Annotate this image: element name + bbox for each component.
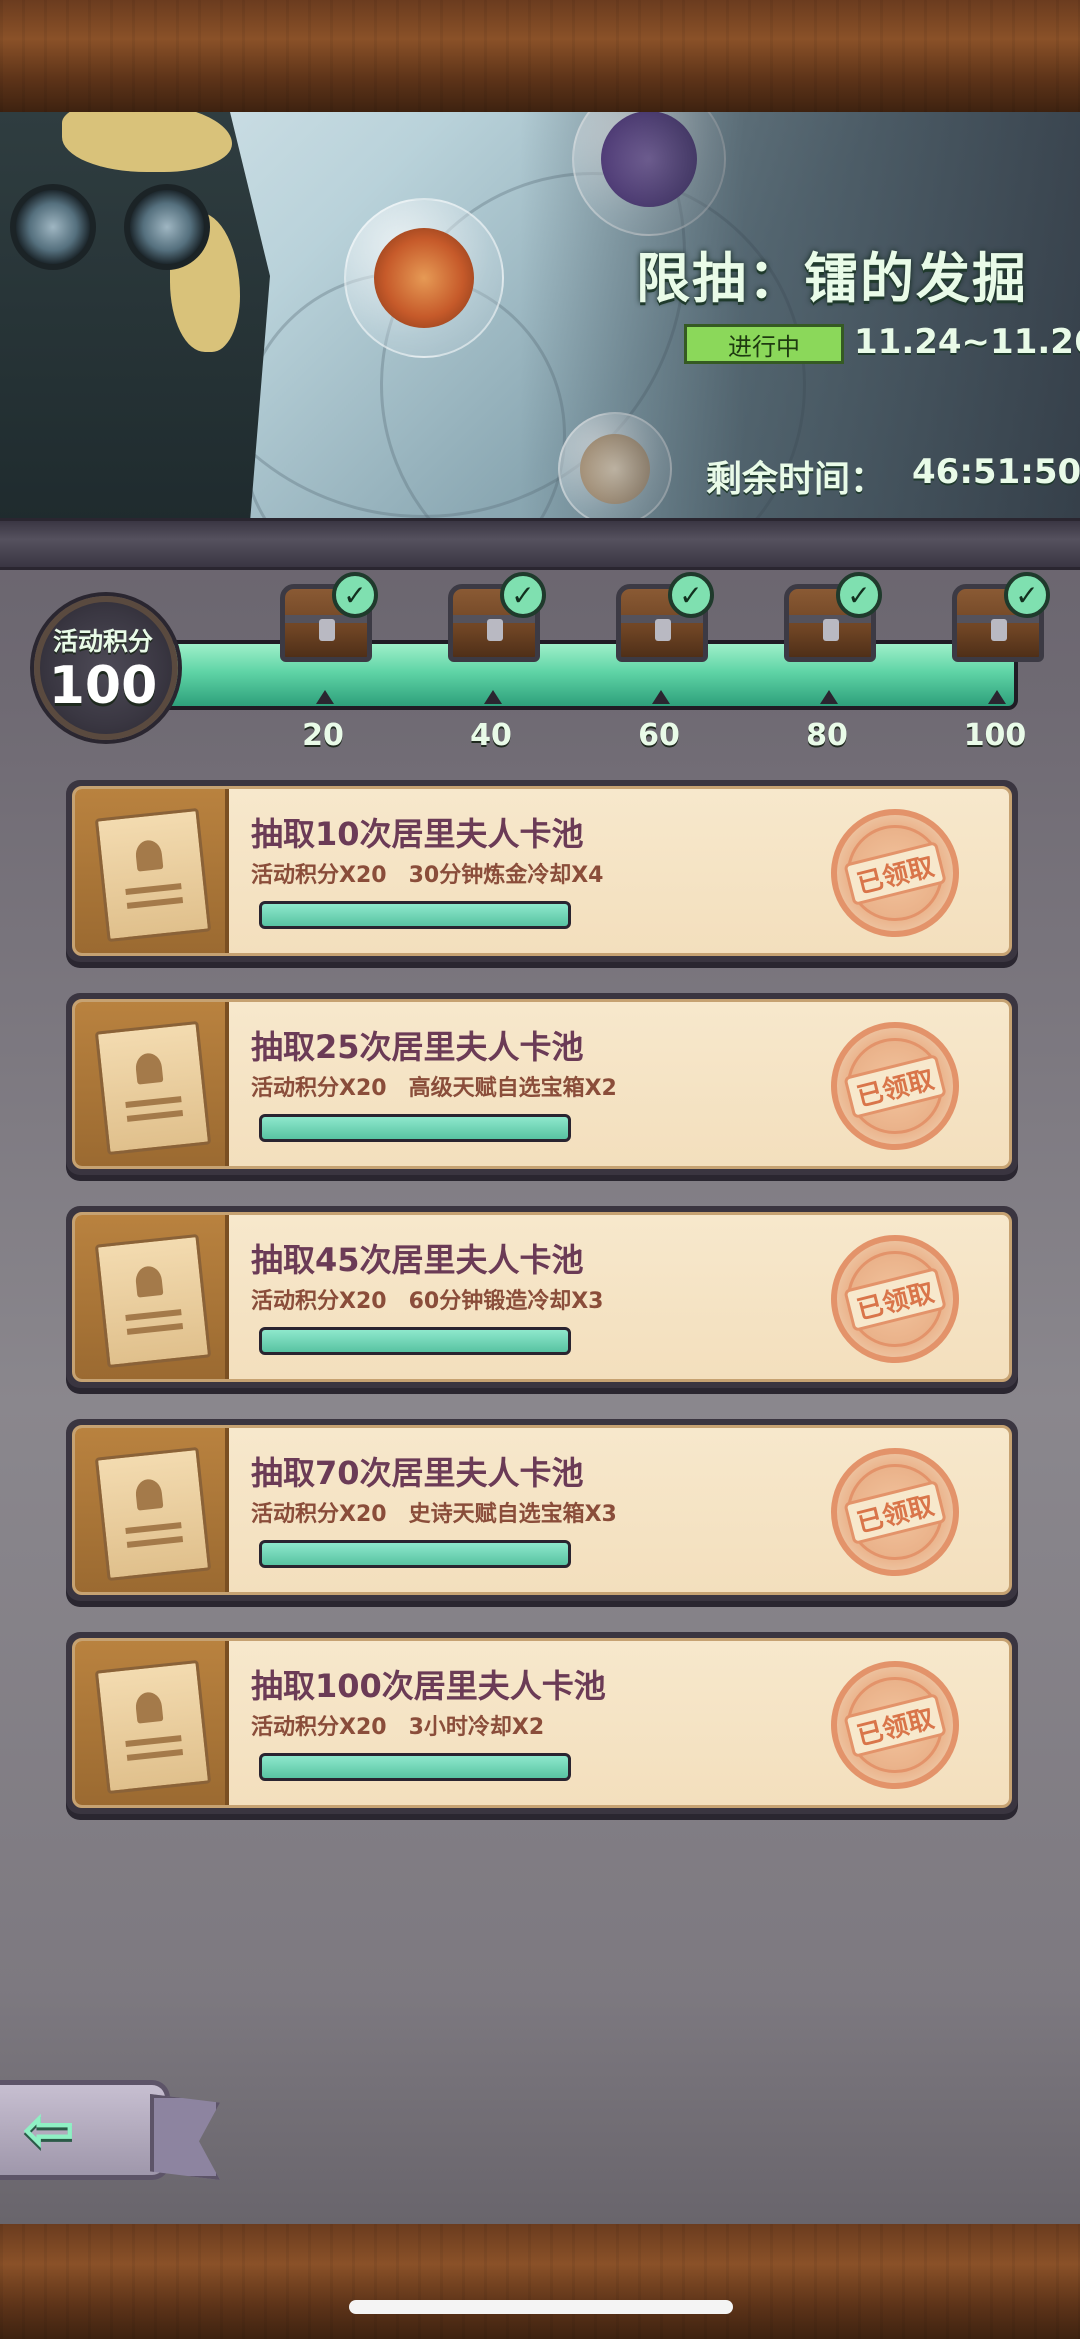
event-dates: 11.24~11.26 [854,322,1080,362]
milestone-label: 60 [638,718,680,753]
task-card[interactable]: 抽取25次居里夫人卡池 活动积分X20 高级天赋自选宝箱X2 已领取 [66,993,1018,1175]
scroll-icon [94,807,212,943]
back-button[interactable]: ⇦ [0,2080,230,2192]
task-rewards: 活动积分X20 3小时冷却X2 [251,1715,545,1740]
task-progress-fill [262,1330,568,1352]
task-title: 抽取45次居里夫人卡池 [251,1241,584,1279]
task-icon-box [75,1428,229,1592]
task-rewards: 活动积分X20 30分钟炼金冷却X4 [251,863,604,888]
character-hair [62,112,232,172]
task-title: 抽取25次居里夫人卡池 [251,1028,584,1066]
goggle-left-icon [10,184,96,270]
task-card[interactable]: 抽取100次居里夫人卡池 活动积分X20 3小时冷却X2 已领取 [66,1632,1018,1814]
points-value: 100 [48,656,158,716]
milestone-marker [484,690,502,704]
remaining-time-label: 剩余时间： [706,459,887,500]
task-title: 抽取100次居里夫人卡池 [251,1667,606,1705]
banner-frame [0,518,1080,570]
character-art [0,112,270,522]
milestone-label: 80 [806,718,848,753]
milestone-20[interactable]: ✓ 20 [268,572,378,753]
milestone-100[interactable]: ✓ 100 [940,572,1050,753]
milestone-marker [988,690,1006,704]
milestone-label: 40 [470,718,512,753]
milestone-60[interactable]: ✓ 60 [604,572,714,753]
check-icon: ✓ [1004,572,1050,618]
claimed-stamp: 已领取 [817,1434,973,1590]
claimed-stamp: 已领取 [817,795,973,951]
task-icon-box [75,1002,229,1166]
top-wood-frame [0,0,1080,112]
scroll-icon [94,1446,212,1582]
task-title: 抽取70次居里夫人卡池 [251,1454,584,1492]
task-rewards: 活动积分X20 高级天赋自选宝箱X2 [251,1076,617,1101]
claimed-stamp-label: 已领取 [843,840,947,906]
milestone-marker [652,690,670,704]
task-progress-bar [259,901,571,929]
task-progress-fill [262,1756,568,1778]
task-progress-bar [259,1114,571,1142]
points-label: 活动积分 [52,627,153,656]
task-icon-box [75,1215,229,1379]
status-badge: 进行中 [684,324,844,364]
check-icon: ✓ [500,572,546,618]
task-rewards: 活动积分X20 史诗天赋自选宝箱X3 [251,1502,617,1527]
task-progress-bar [259,1753,571,1781]
milestone-marker [820,690,838,704]
claimed-stamp-label: 已领取 [843,1479,947,1545]
task-progress-bar [259,1327,571,1355]
task-card[interactable]: 抽取10次居里夫人卡池 活动积分X20 30分钟炼金冷却X4 已领取 [66,780,1018,962]
bottom-wood-frame [0,2224,1080,2339]
scroll-icon [94,1233,212,1369]
milestone-40[interactable]: ✓ 40 [436,572,546,753]
task-title: 抽取10次居里夫人卡池 [251,815,584,853]
milestone-label: 20 [302,718,344,753]
milestone-80[interactable]: ✓ 80 [772,572,882,753]
check-icon: ✓ [332,572,378,618]
claimed-stamp-label: 已领取 [843,1053,947,1119]
scroll-icon [94,1659,212,1795]
claimed-stamp: 已领取 [817,1221,973,1377]
claimed-stamp: 已领取 [817,1647,973,1803]
task-icon-box [75,789,229,953]
goggle-right-icon [124,184,210,270]
back-button-ribbon [150,2094,220,2180]
character-portrait-bubble [344,198,504,358]
task-card[interactable]: 抽取70次居里夫人卡池 活动积分X20 史诗天赋自选宝箱X3 已领取 [66,1419,1018,1601]
task-progress-fill [262,1543,568,1565]
check-icon: ✓ [668,572,714,618]
task-icon-box [75,1641,229,1805]
task-card[interactable]: 抽取45次居里夫人卡池 活动积分X20 60分钟锻造冷却X3 已领取 [66,1206,1018,1388]
claimed-stamp-label: 已领取 [843,1266,947,1332]
portrait-icon [374,228,474,328]
milestone-marker [316,690,334,704]
home-indicator[interactable] [349,2300,733,2314]
scroll-icon [94,1020,212,1156]
check-icon: ✓ [836,572,882,618]
event-title: 限抽：镭的发掘 [636,247,1028,310]
task-rewards: 活动积分X20 60分钟锻造冷却X3 [251,1289,604,1314]
event-banner: 限抽：镭的发掘 进行中 11.24~11.26 剩余时间： 46:51:50 [0,112,1080,522]
milestone-label: 100 [963,718,1027,753]
remaining-time-value: 46:51:50 [912,452,1080,492]
claimed-stamp-label: 已领取 [843,1692,947,1758]
task-progress-bar [259,1540,571,1568]
task-progress-fill [262,904,568,926]
claimed-stamp: 已领取 [817,1008,973,1164]
back-arrow-icon: ⇦ [22,2093,76,2167]
task-progress-fill [262,1117,568,1139]
